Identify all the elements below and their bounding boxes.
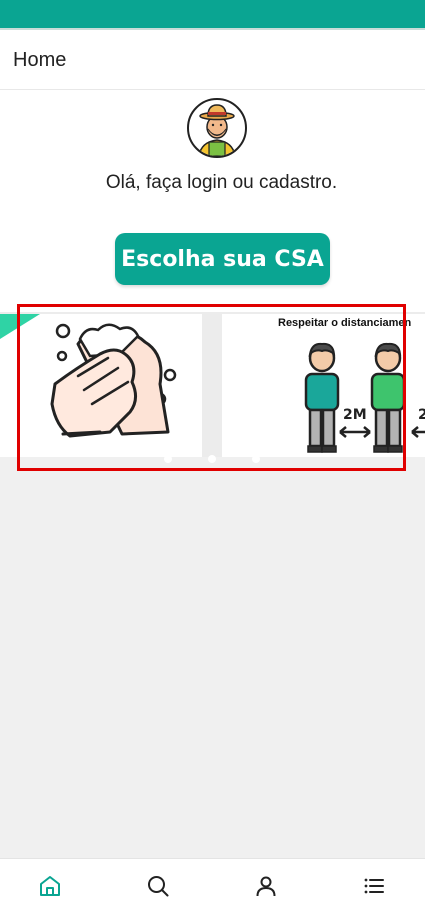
carousel-pagination [160, 455, 270, 465]
search-icon [148, 876, 169, 897]
nav-home[interactable] [37, 873, 63, 899]
carousel-slide-social-distancing[interactable]: Respeitar o distanciamen 2M 2 [222, 314, 425, 457]
choose-csa-button[interactable]: Escolha sua CSA [115, 233, 330, 285]
carousel-dot[interactable] [164, 455, 172, 463]
welcome-section: Olá, faça login ou cadastro. Escolha sua… [0, 90, 425, 315]
nav-menu[interactable] [361, 873, 387, 899]
page-title: Home [13, 49, 67, 71]
user-icon [256, 876, 276, 897]
status-bar [0, 0, 425, 28]
svg-text:2: 2 [418, 407, 425, 423]
farmer-icon [198, 104, 236, 156]
hand-washing-icon [0, 314, 177, 438]
carousel-dot[interactable] [208, 455, 216, 463]
farmer-avatar[interactable] [187, 98, 247, 158]
social-distancing-icon: 2M 2 [304, 342, 425, 453]
app-header: Home [0, 30, 425, 90]
nav-search[interactable] [145, 873, 171, 899]
menu-list-icon [364, 878, 384, 894]
login-greeting: Olá, faça login ou cadastro. [105, 172, 338, 193]
bottom-navigation [0, 858, 425, 910]
slide-title: Respeitar o distanciamen [278, 317, 412, 329]
distance-label: 2M [343, 407, 367, 423]
tips-carousel[interactable]: Respeitar o distanciamen 2M 2 [0, 312, 425, 457]
nav-profile[interactable] [253, 873, 279, 899]
home-icon [40, 876, 60, 896]
carousel-slide-hand-washing[interactable] [0, 314, 202, 457]
carousel-dot[interactable] [252, 455, 260, 463]
